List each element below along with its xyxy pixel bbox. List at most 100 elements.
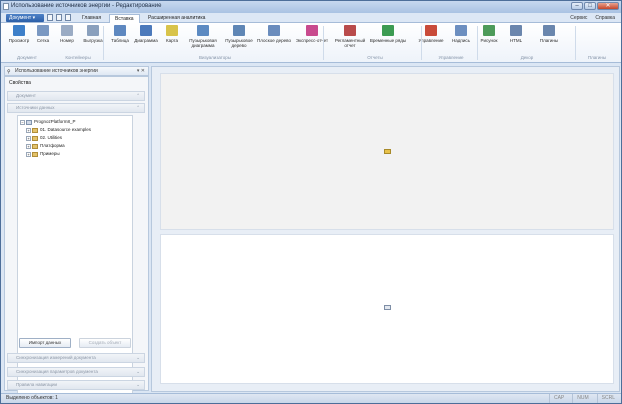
close-button[interactable]: ✕ bbox=[597, 2, 619, 10]
ribbon-button-picture[interactable]: Рисунок bbox=[475, 25, 503, 53]
redo-icon[interactable] bbox=[65, 14, 71, 21]
maximize-button[interactable]: □ bbox=[584, 2, 596, 10]
ribbon-button-label: Таблица bbox=[111, 38, 129, 43]
window-title: Использование источников энергии - Редак… bbox=[11, 3, 162, 9]
create-object-button[interactable]: Создать объект bbox=[79, 338, 131, 348]
ribbon-group-label: Контейнеры bbox=[65, 55, 91, 60]
window-icon bbox=[384, 305, 391, 310]
ribbon-button-grid[interactable]: Сетка bbox=[31, 25, 55, 53]
menu-help[interactable]: Справка bbox=[595, 15, 615, 21]
ribbon-separator bbox=[421, 26, 422, 60]
folder-icon bbox=[32, 135, 38, 141]
chevron-down-icon: ⌄ bbox=[136, 382, 140, 387]
tree-node[interactable]: + Примеры bbox=[26, 151, 60, 157]
ribbon-button-chart[interactable]: Диаграмма bbox=[133, 25, 159, 53]
chevron-down-icon: ⌄ bbox=[136, 355, 140, 360]
ribbon-button-bubble-chart[interactable]: Пузырьковая диаграмма bbox=[185, 25, 221, 53]
map-icon bbox=[166, 25, 178, 36]
ribbon-button-label: Просмотр bbox=[8, 38, 30, 43]
ribbon-button-table[interactable]: Таблица bbox=[107, 25, 133, 53]
ribbon-button-label: Плагины bbox=[539, 38, 559, 43]
tree-node[interactable]: + 01. Datasource examples bbox=[26, 127, 91, 133]
caps-indicator: CAP bbox=[548, 394, 564, 403]
application-window: Использование источников энергии - Редак… bbox=[0, 0, 622, 404]
pin-icon[interactable]: ⚲ bbox=[7, 68, 11, 76]
container-pane-top[interactable] bbox=[160, 73, 614, 230]
minimize-button[interactable]: – bbox=[571, 2, 583, 10]
ribbon-group-label: Визуализаторы bbox=[198, 55, 232, 60]
ribbon-button-control[interactable]: Управление bbox=[415, 25, 447, 53]
ribbon-group-label: Плагины bbox=[587, 55, 607, 60]
ribbon-button-plugins[interactable]: Плагины bbox=[529, 25, 569, 53]
time-series-icon bbox=[382, 25, 394, 36]
accordion-navigation-rules[interactable]: Правила навигации ⌄ bbox=[7, 380, 145, 390]
ribbon-button-map[interactable]: Карта bbox=[159, 25, 185, 53]
accordion-document[interactable]: Документ ⌃ bbox=[7, 91, 145, 101]
tree-node[interactable]: + 02. Utilities bbox=[26, 135, 62, 141]
container-pane-bottom[interactable] bbox=[160, 234, 614, 384]
collapse-icon[interactable]: − bbox=[20, 119, 25, 125]
picture-icon bbox=[483, 25, 495, 36]
tree-node[interactable]: + Платформа bbox=[26, 143, 65, 149]
selection-status: Выделено объектов: 1 bbox=[6, 395, 58, 401]
document-menu-button[interactable]: Документ ▾ bbox=[6, 14, 44, 22]
tree-root[interactable]: − PrognozPlatform8_Р bbox=[20, 119, 76, 125]
ribbon-button-preview[interactable]: Просмотр bbox=[5, 25, 33, 53]
plugins-icon bbox=[543, 25, 555, 36]
tab-advanced-analytics[interactable]: Расширенная аналитика bbox=[143, 14, 210, 23]
ribbon-button-label: Карта bbox=[165, 38, 179, 43]
tab-insert[interactable]: Вставка bbox=[109, 14, 140, 23]
database-icon bbox=[26, 119, 32, 125]
chart-icon bbox=[140, 25, 152, 36]
ribbon-group-label: Управление bbox=[438, 55, 464, 60]
accordion-parameter-sync[interactable]: Синхронизация параметров документа ⌄ bbox=[7, 367, 145, 377]
ribbon-button-flat-tree[interactable]: Плоское дерево bbox=[257, 25, 291, 53]
expand-icon[interactable]: + bbox=[26, 127, 31, 133]
accordion-data-sources[interactable]: Источники данных ⌃ bbox=[7, 103, 145, 113]
bubble-tree-icon bbox=[233, 25, 245, 36]
flat-tree-icon bbox=[268, 25, 280, 36]
save-icon[interactable] bbox=[47, 14, 53, 21]
menu-service[interactable]: Сервис bbox=[570, 15, 587, 21]
table-icon bbox=[114, 25, 126, 36]
ribbon-group-label: Декор bbox=[520, 55, 534, 60]
ribbon-button-number[interactable]: Номер bbox=[55, 25, 79, 53]
ribbon-button-text-label[interactable]: Надпись bbox=[447, 25, 475, 53]
undo-icon[interactable] bbox=[56, 14, 62, 21]
import-data-button[interactable]: Импорт данных bbox=[19, 338, 71, 348]
ribbon-button-html[interactable]: HTML bbox=[503, 25, 529, 53]
expand-icon[interactable]: + bbox=[26, 135, 31, 141]
accordion-dimension-sync[interactable]: Синхронизация измерений документа ⌄ bbox=[7, 353, 145, 363]
expand-icon[interactable]: + bbox=[26, 143, 31, 149]
control-icon bbox=[425, 25, 437, 36]
bubble-chart-icon bbox=[197, 25, 209, 36]
ribbon-group-label: Документ bbox=[17, 55, 37, 60]
ribbon-button-label: Рисунок bbox=[480, 38, 498, 43]
top-right-menu: Сервис Справка bbox=[570, 15, 615, 21]
ribbon-separator bbox=[477, 26, 478, 60]
ribbon-button-label: HTML bbox=[509, 38, 523, 43]
ribbon-button-time-series[interactable]: Временные ряды bbox=[369, 25, 407, 53]
chevron-down-icon: ⌄ bbox=[136, 369, 140, 374]
keyboard-indicators: CAP NUM SCRL bbox=[548, 394, 615, 403]
object-navigator-header: ⚲ Использование источников энергии ▾ ✕ bbox=[4, 66, 149, 76]
ribbon-insert: Просмотр Сетка Номер Выгрузка Таблица Диаграм… bbox=[1, 23, 621, 63]
title-bar: Использование источников энергии - Редак… bbox=[1, 1, 621, 13]
ribbon-separator bbox=[323, 26, 324, 60]
html-icon bbox=[510, 25, 522, 36]
quick-access-toolbar bbox=[47, 14, 71, 21]
express-report-icon bbox=[306, 25, 318, 36]
ribbon-button-label: Временные ряды bbox=[369, 38, 407, 43]
expand-icon[interactable]: + bbox=[26, 151, 31, 157]
ribbon-button-regulatory-report[interactable]: Регламентный отчет bbox=[331, 25, 369, 53]
tab-home[interactable]: Главная bbox=[77, 14, 106, 23]
number-icon bbox=[61, 25, 73, 36]
ribbon-button-bubble-tree[interactable]: Пузырьковое дерево bbox=[221, 25, 257, 53]
panel-title: Использование источников энергии bbox=[15, 68, 98, 74]
panel-controls[interactable]: ▾ ✕ bbox=[137, 67, 145, 75]
num-indicator: NUM bbox=[572, 394, 589, 403]
grid-icon bbox=[37, 25, 49, 36]
ribbon-button-label: Выгрузка bbox=[83, 38, 103, 43]
folder-icon bbox=[32, 127, 38, 133]
chevron-up-icon: ⌃ bbox=[136, 105, 140, 110]
